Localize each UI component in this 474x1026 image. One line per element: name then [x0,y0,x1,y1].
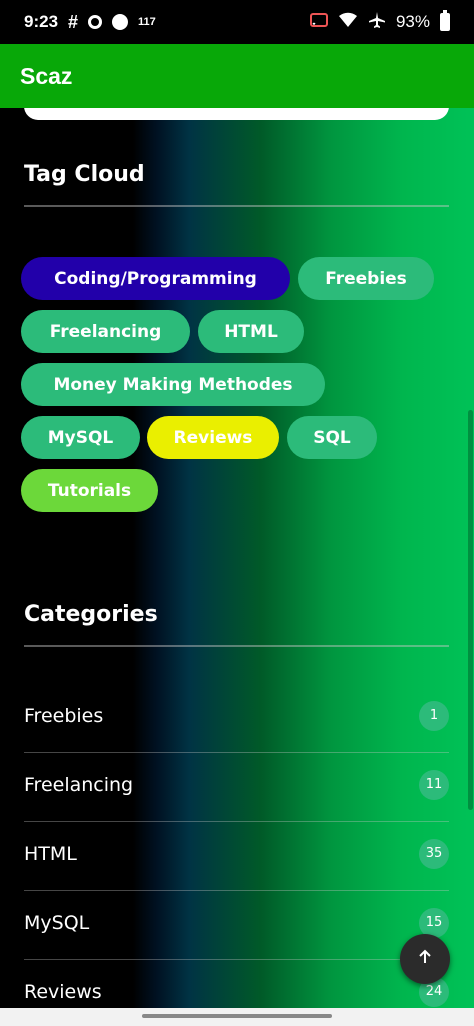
circle-icon [112,14,129,30]
category-label: Reviews [24,980,102,1003]
tag-mysql[interactable]: MySQL [21,416,140,459]
categories-title: Categories [24,602,158,627]
search-box-bottom[interactable] [24,108,449,120]
airplane-icon [368,11,386,34]
app-title: Scaz [20,62,73,89]
home-gesture-handle[interactable] [142,1014,332,1018]
battery-icon [440,10,450,31]
scroll-to-top-button[interactable] [400,934,450,984]
category-count: 35 [419,838,449,869]
tag-reviews[interactable]: Reviews [147,416,279,459]
status-time: 9:23 [24,12,59,31]
tag-cloud-title: Tag Cloud [24,162,145,187]
category-count: 11 [419,769,449,800]
category-label: MySQL [24,911,90,934]
tag-sql[interactable]: SQL [287,416,377,459]
tag-coding-programming[interactable]: Coding/Programming [21,257,290,300]
tag-freelancing[interactable]: Freelancing [21,310,190,353]
app-bar: Scaz [0,44,474,108]
notification-count: 117 [138,16,156,28]
category-count: 1 [419,700,449,731]
tag-cloud-divider [24,205,449,207]
navigation-bar [0,1008,474,1026]
tag-money-making-methodes[interactable]: Money Making Methodes [21,363,325,406]
category-item-freebies[interactable]: Freebies 1 [24,681,449,750]
tag-html[interactable]: HTML [198,310,304,353]
category-label: Freelancing [24,773,134,796]
category-item-html[interactable]: HTML 35 [24,819,449,888]
category-label: HTML [24,842,77,865]
tag-freebies[interactable]: Freebies [298,257,434,300]
cast-icon [309,12,328,32]
categories-divider [24,645,449,647]
arrow-up-icon [417,949,433,969]
tag-tutorials[interactable]: Tutorials [21,469,158,512]
scrollbar[interactable] [468,410,473,810]
battery-percentage: 93% [395,12,430,31]
main-content[interactable]: Tag Cloud Coding/Programming Freebies Fr… [0,108,474,1026]
category-item-freelancing[interactable]: Freelancing 11 [24,750,449,819]
grid-icon: # [68,11,79,32]
wifi-icon [338,12,358,33]
category-item-mysql[interactable]: MySQL 15 [24,888,449,957]
category-count: 15 [419,907,449,938]
category-label: Freebies [24,704,104,727]
record-icon [88,15,103,29]
status-bar: 9:23 # 117 93% [0,0,474,44]
